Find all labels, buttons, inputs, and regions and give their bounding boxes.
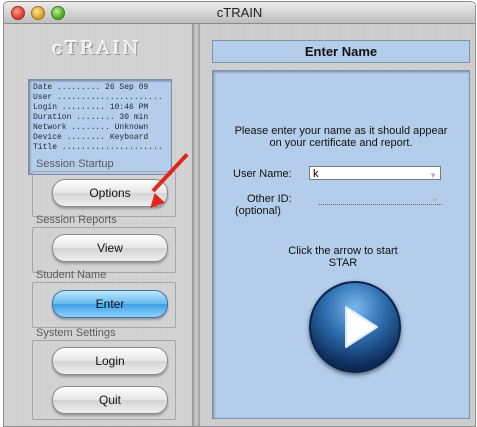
group-label-session-reports: Session Reports [36, 214, 117, 226]
info-login: Login ......... 10:46 PM [33, 103, 149, 112]
enter-name-panel: Please enter your name as it should appe… [212, 70, 470, 419]
main-panel: Enter Name Please enter your name as it … [200, 24, 475, 426]
group-label-student-name: Student Name [36, 269, 107, 281]
sidebar: cTRAIN Date ......... 26 Sep 09 User ...… [4, 24, 194, 426]
user-name-value: k [313, 168, 319, 180]
user-name-input[interactable]: k ▼ [309, 166, 441, 180]
instructions-text: Please enter your name as it should appe… [234, 125, 448, 149]
app-window: cTRAIN cTRAIN Date ......... 26 Sep 09 U… [3, 1, 476, 427]
group-label-system-settings: System Settings [36, 327, 116, 339]
info-date: Date ......... 26 Sep 09 [33, 83, 149, 92]
other-id-input[interactable]: ▼ [319, 196, 442, 205]
other-id-label: Other ID: [247, 193, 292, 205]
chevron-down-icon: ▼ [431, 196, 439, 205]
login-button[interactable]: Login [52, 347, 168, 375]
group-label-session-startup: Session Startup [36, 158, 114, 170]
page-title: Enter Name [212, 40, 470, 63]
user-name-label: User Name: [233, 168, 292, 180]
info-title: Title ..................... [33, 143, 163, 152]
info-network: Network ........ Unknown [33, 123, 149, 132]
title-bar: cTRAIN [4, 2, 475, 24]
panel-divider[interactable] [192, 24, 200, 426]
view-button[interactable]: View [52, 234, 168, 262]
info-device: Device ........ Keyboard [33, 133, 149, 142]
start-instruction: Click the arrow to start STAR [288, 245, 398, 269]
window-title: cTRAIN [216, 5, 263, 20]
info-user: User ...................... [33, 93, 163, 102]
optional-label: (optional) [235, 205, 281, 217]
chevron-down-icon: ▼ [429, 171, 437, 180]
app-logo: cTRAIN [52, 38, 142, 59]
play-icon [345, 306, 378, 348]
info-duration: Duration ........ 30 min [33, 113, 149, 122]
play-button[interactable] [309, 281, 401, 373]
quit-button[interactable]: Quit [52, 386, 168, 414]
enter-button[interactable]: Enter [52, 290, 168, 318]
